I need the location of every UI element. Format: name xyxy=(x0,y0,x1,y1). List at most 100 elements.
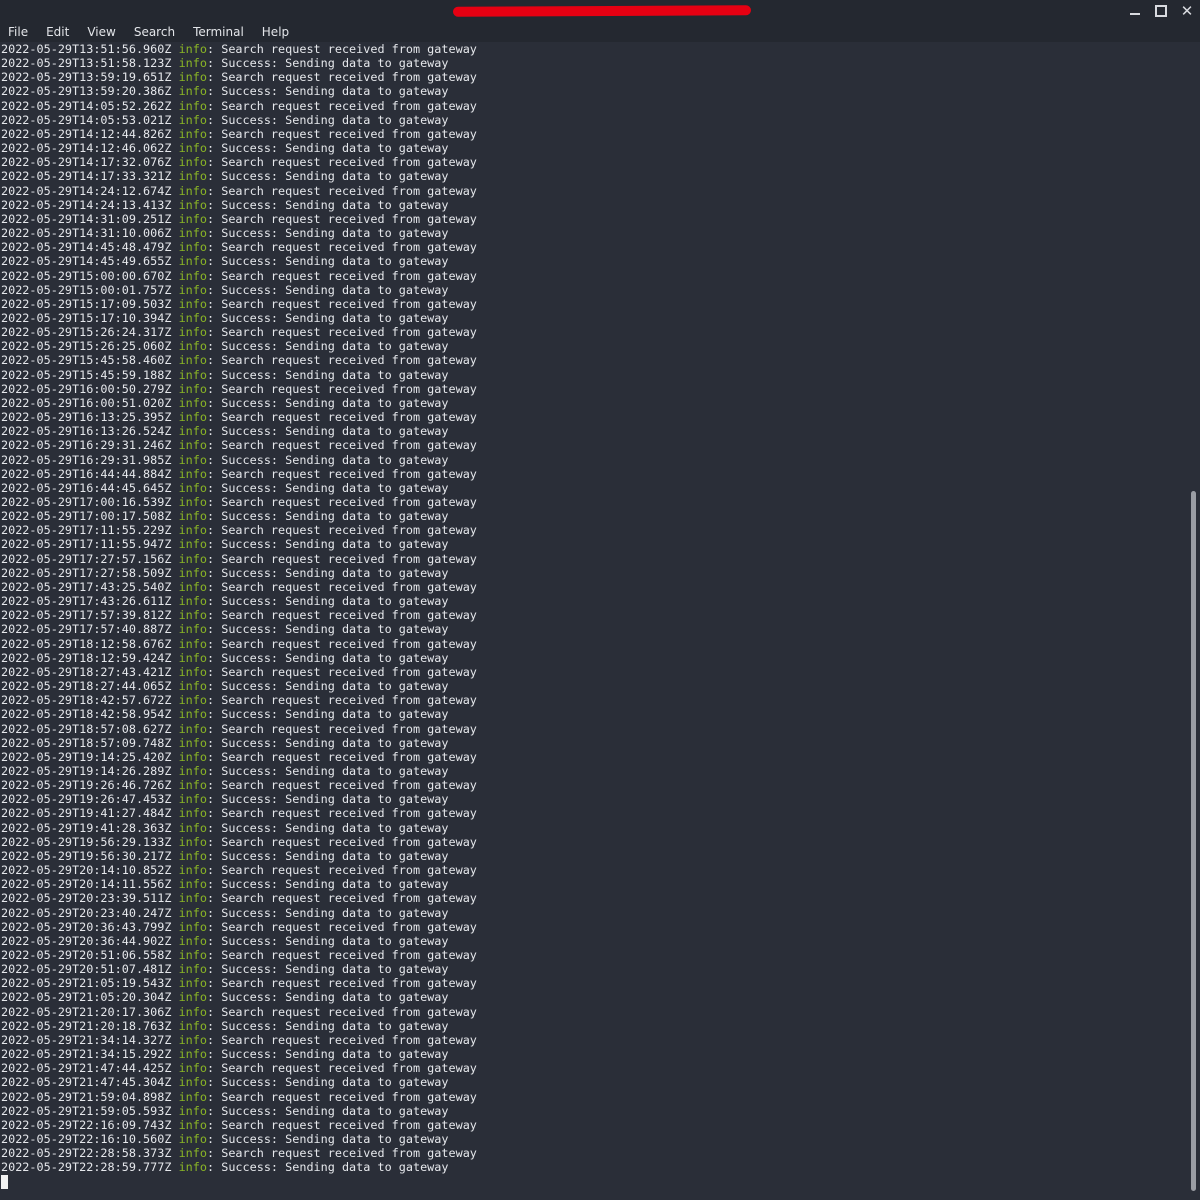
menu-bar: File Edit View Search Terminal Help xyxy=(0,22,1200,42)
menu-edit[interactable]: Edit xyxy=(38,25,69,39)
log-level: info xyxy=(178,84,207,99)
log-timestamp: 2022-05-29T16:44:45.645Z xyxy=(1,480,172,495)
log-timestamp: 2022-05-29T15:17:09.503Z xyxy=(1,296,172,311)
log-message: Search request received from gateway xyxy=(221,268,477,283)
log-timestamp: 2022-05-29T16:00:50.279Z xyxy=(1,381,172,396)
log-level: info xyxy=(178,1160,207,1175)
log-message: Search request received from gateway xyxy=(221,778,477,793)
log-timestamp: 2022-05-29T20:14:11.556Z xyxy=(1,877,172,892)
menu-search[interactable]: Search xyxy=(126,25,175,39)
log-level: info xyxy=(178,353,207,368)
menu-terminal[interactable]: Terminal xyxy=(185,25,244,39)
minimize-button[interactable] xyxy=(1122,0,1148,22)
log-line: 2022-05-29T15:45:58.460Z info: Search re… xyxy=(1,353,477,368)
log-level: info xyxy=(178,905,207,920)
menu-view[interactable]: View xyxy=(79,25,115,39)
log-level: info xyxy=(178,112,207,127)
redacted-title xyxy=(452,5,752,17)
log-message: Success: Sending data to gateway xyxy=(221,877,449,892)
log-timestamp: 2022-05-29T18:27:43.421Z xyxy=(1,664,172,679)
log-line: 2022-05-29T16:13:25.395Z info: Search re… xyxy=(1,410,477,425)
log-line: 2022-05-29T22:16:09.743Z info: Search re… xyxy=(1,1117,477,1132)
log-line: 2022-05-29T20:14:11.556Z info: Success: … xyxy=(1,877,449,892)
log-timestamp: 2022-05-29T19:14:25.420Z xyxy=(1,749,172,764)
log-line: 2022-05-29T18:57:09.748Z info: Success: … xyxy=(1,735,449,750)
log-timestamp: 2022-05-29T18:12:58.676Z xyxy=(1,636,172,651)
log-message: Success: Sending data to gateway xyxy=(221,1075,449,1090)
log-line: 2022-05-29T20:23:40.247Z info: Success: … xyxy=(1,905,449,920)
log-level: info xyxy=(178,608,207,623)
log-line: 2022-05-29T16:13:26.524Z info: Success: … xyxy=(1,424,449,439)
log-timestamp: 2022-05-29T19:26:47.453Z xyxy=(1,792,172,807)
log-level: info xyxy=(178,735,207,750)
log-message: Search request received from gateway xyxy=(221,919,477,934)
log-line: 2022-05-29T19:56:29.133Z info: Search re… xyxy=(1,834,477,849)
log-level: info xyxy=(178,70,207,85)
log-level: info xyxy=(178,962,207,977)
scrollbar[interactable] xyxy=(1189,42,1200,1200)
log-message: Search request received from gateway xyxy=(221,1004,477,1019)
scrollbar-thumb[interactable] xyxy=(1191,491,1196,1191)
log-level: info xyxy=(178,141,207,156)
log-line: 2022-05-29T17:57:40.887Z info: Success: … xyxy=(1,622,449,637)
log-message: Success: Sending data to gateway xyxy=(221,707,449,722)
log-level: info xyxy=(178,197,207,212)
log-timestamp: 2022-05-29T16:13:25.395Z xyxy=(1,410,172,425)
log-message: Search request received from gateway xyxy=(221,721,477,736)
log-message: Success: Sending data to gateway xyxy=(221,226,449,241)
log-level: info xyxy=(178,98,207,113)
log-line: 2022-05-29T16:00:50.279Z info: Search re… xyxy=(1,381,477,396)
title-bar[interactable]: ✕ xyxy=(0,0,1200,22)
log-timestamp: 2022-05-29T22:28:59.777Z xyxy=(1,1160,172,1175)
log-line: 2022-05-29T18:12:58.676Z info: Search re… xyxy=(1,636,477,651)
log-message: Search request received from gateway xyxy=(221,495,477,509)
log-line: 2022-05-29T20:23:39.511Z info: Search re… xyxy=(1,891,477,906)
menu-help[interactable]: Help xyxy=(254,25,289,39)
log-level: info xyxy=(178,1132,207,1147)
log-level: info xyxy=(178,537,207,552)
log-level: info xyxy=(178,693,207,708)
log-level: info xyxy=(178,749,207,764)
log-line: 2022-05-29T14:45:48.479Z info: Search re… xyxy=(1,240,477,255)
log-message: Search request received from gateway xyxy=(221,155,477,170)
log-line: 2022-05-29T16:29:31.246Z info: Search re… xyxy=(1,438,477,453)
log-timestamp: 2022-05-29T14:17:33.321Z xyxy=(1,169,172,184)
prompt-line xyxy=(1,1174,1189,1189)
log-timestamp: 2022-05-29T15:00:00.670Z xyxy=(1,268,172,283)
log-level: info xyxy=(178,806,207,821)
log-message: Success: Sending data to gateway xyxy=(221,622,449,637)
log-timestamp: 2022-05-29T16:00:51.020Z xyxy=(1,395,172,410)
log-line: 2022-05-29T16:00:51.020Z info: Success: … xyxy=(1,395,449,410)
log-level: info xyxy=(178,664,207,679)
log-message: Search request received from gateway xyxy=(221,806,477,821)
log-level: info xyxy=(178,990,207,1005)
log-message: Success: Sending data to gateway xyxy=(221,282,449,297)
log-line: 2022-05-29T16:29:31.985Z info: Success: … xyxy=(1,452,449,467)
log-level: info xyxy=(178,367,207,382)
log-timestamp: 2022-05-29T18:42:57.672Z xyxy=(1,693,172,708)
close-button[interactable]: ✕ xyxy=(1174,0,1200,22)
log-level: info xyxy=(178,452,207,467)
log-message: Search request received from gateway xyxy=(221,948,477,962)
log-message: Success: Sending data to gateway xyxy=(221,905,449,920)
maximize-button[interactable] xyxy=(1148,0,1174,22)
log-timestamp: 2022-05-29T16:29:31.985Z xyxy=(1,452,172,467)
log-message: Search request received from gateway xyxy=(221,240,477,255)
log-timestamp: 2022-05-29T13:51:56.960Z xyxy=(1,42,172,56)
log-message: Search request received from gateway xyxy=(221,1146,477,1161)
log-timestamp: 2022-05-29T20:23:40.247Z xyxy=(1,905,172,920)
log-message: Success: Sending data to gateway xyxy=(221,962,449,977)
log-line: 2022-05-29T17:11:55.229Z info: Search re… xyxy=(1,523,477,538)
log-line: 2022-05-29T19:26:46.726Z info: Search re… xyxy=(1,778,477,793)
log-level: info xyxy=(178,226,207,241)
log-level: info xyxy=(178,1075,207,1090)
terminal-output[interactable]: 2022-05-29T13:51:56.960Z info: Search re… xyxy=(0,42,1189,1200)
menu-file[interactable]: File xyxy=(0,25,28,39)
log-line: 2022-05-29T21:20:18.763Z info: Success: … xyxy=(1,1018,449,1033)
log-timestamp: 2022-05-29T22:16:10.560Z xyxy=(1,1132,172,1147)
log-message: Success: Sending data to gateway xyxy=(221,735,449,750)
log-timestamp: 2022-05-29T14:05:53.021Z xyxy=(1,112,172,127)
log-line: 2022-05-29T14:12:46.062Z info: Success: … xyxy=(1,141,449,156)
log-level: info xyxy=(178,1061,207,1076)
log-timestamp: 2022-05-29T13:51:58.123Z xyxy=(1,56,172,71)
